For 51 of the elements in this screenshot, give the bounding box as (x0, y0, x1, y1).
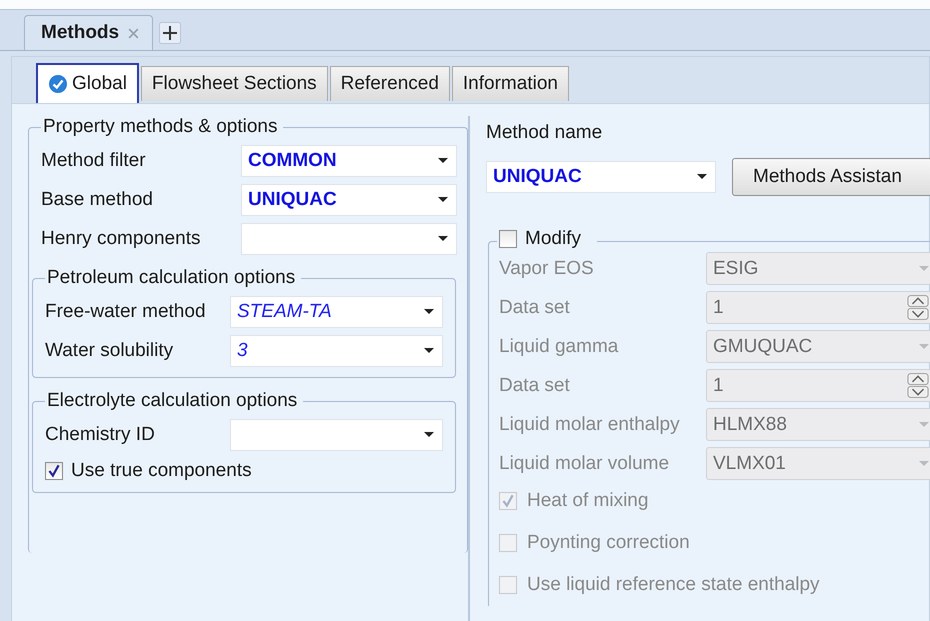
tab[interactable]: Information (452, 66, 569, 101)
field-label: Liquid gamma (499, 336, 620, 358)
field-label: Base method (41, 189, 154, 211)
field-label: Liquid molar volume (499, 452, 670, 474)
caret-icon (424, 348, 434, 354)
checkbox[interactable] (499, 230, 517, 248)
field-label: Method filter (41, 150, 147, 172)
group-title: Property methods & options (42, 116, 278, 138)
caret-icon (424, 309, 434, 315)
tab[interactable]: Flowsheet Sections (140, 66, 328, 101)
caret-icon (919, 422, 929, 428)
methods-assistant-button[interactable]: Methods Assistan (732, 158, 930, 196)
document-tab[interactable]: Methods (24, 15, 154, 50)
caret-icon (438, 197, 448, 203)
dropdown[interactable] (241, 223, 457, 255)
dropdown[interactable]: STEAM-TA (230, 296, 443, 328)
checkbox-label: Modify (525, 228, 581, 250)
spinner-arrows-icon[interactable] (907, 372, 929, 399)
caret-icon (919, 460, 929, 466)
close-icon[interactable] (127, 26, 140, 40)
tab[interactable]: Global (36, 63, 139, 103)
caret-icon (919, 344, 929, 350)
caret-icon (919, 266, 929, 272)
checkbox[interactable] (45, 462, 63, 480)
checkbox-label: Heat of mixing (527, 490, 648, 512)
checkbox-label: Use true components (71, 460, 252, 482)
group-title: Electrolyte calculation options (46, 390, 298, 412)
caret-icon (438, 158, 448, 164)
dropdown[interactable] (230, 419, 443, 451)
tab[interactable]: Referenced (330, 66, 450, 101)
field-label: Method name (486, 122, 604, 144)
checkbox-label: Use liquid reference state enthalpy (527, 574, 820, 596)
caret-icon (424, 432, 434, 438)
field-label: Data set (499, 296, 571, 318)
field-label: Free-water method (45, 301, 207, 323)
field-label: Henry components (41, 228, 202, 250)
field-label: Water solubility (45, 340, 174, 362)
dropdown[interactable]: 3 (230, 335, 443, 367)
group-title: Petroleum calculation options (46, 267, 296, 289)
caret-icon (438, 236, 448, 242)
add-tab-icon[interactable] (159, 22, 182, 44)
dropdown[interactable]: UNIQUAC (241, 184, 457, 216)
checkbox-label: Poynting correction (527, 532, 690, 554)
field-label: Vapor EOS (499, 258, 595, 280)
field-label: Liquid molar enthalpy (499, 414, 681, 436)
spinner-arrows-icon[interactable] (907, 294, 929, 321)
dropdown[interactable]: UNIQUAC (486, 161, 716, 193)
field-label: Chemistry ID (45, 424, 156, 446)
dropdown[interactable]: COMMON (241, 145, 457, 177)
caret-icon (697, 174, 707, 180)
field-label: Data set (499, 374, 571, 396)
